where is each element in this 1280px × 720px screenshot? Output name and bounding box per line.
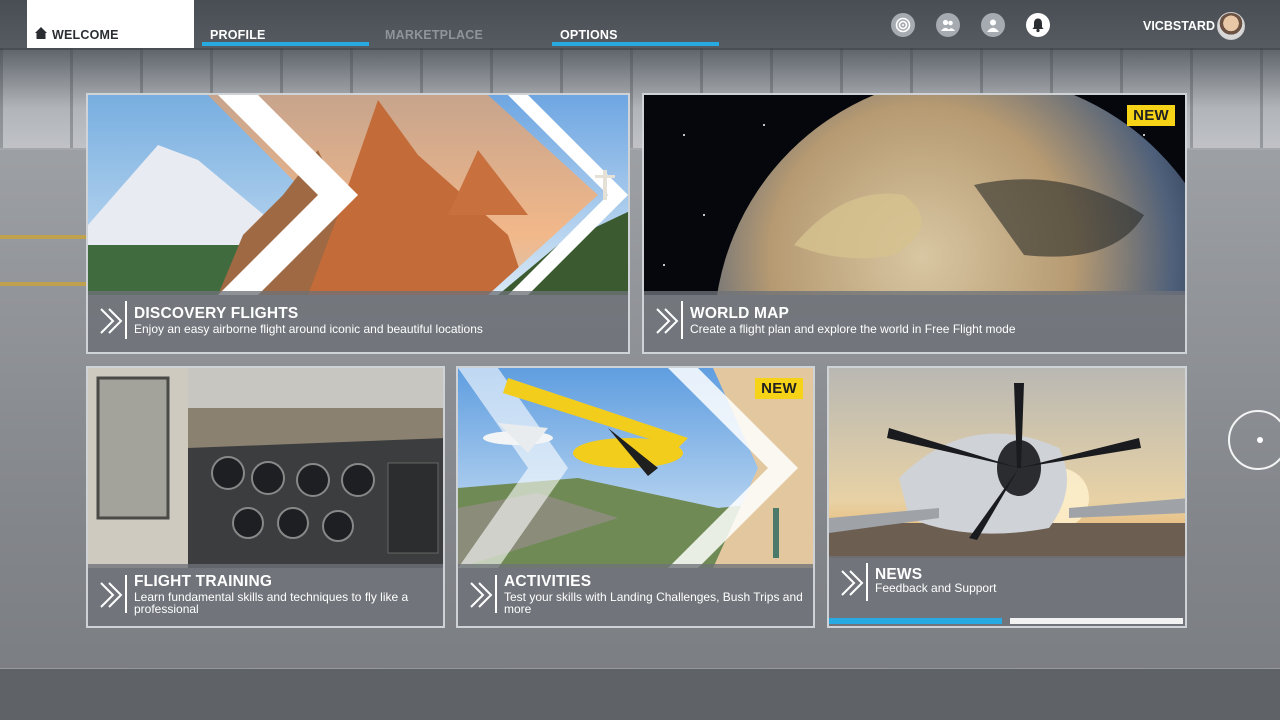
- tile-news[interactable]: NEWS Feedback and Support: [827, 366, 1187, 628]
- caption-separator: [495, 575, 497, 613]
- tile-caption: FLIGHT TRAINING Learn fundamental skills…: [88, 564, 443, 626]
- tile-caption: DISCOVERY FLIGHTS Enjoy an easy airborne…: [88, 291, 628, 352]
- username[interactable]: VICBSTARD: [1143, 19, 1215, 33]
- tile-description: Test your skills with Landing Challenges…: [504, 590, 803, 616]
- floor-stripe: [0, 282, 90, 286]
- tab-label: MARKETPLACE: [385, 28, 484, 42]
- tab-label: WELCOME: [52, 28, 119, 42]
- discovery-flights-image: [88, 95, 628, 295]
- news-carousel-indicator-active[interactable]: [829, 618, 1002, 624]
- tab-welcome[interactable]: WELCOME: [27, 0, 194, 48]
- tile-title: WORLD MAP: [690, 305, 790, 322]
- chevron-right-icon: [841, 570, 864, 596]
- world-map-image: [644, 95, 1185, 295]
- flight-training-image: [88, 368, 443, 568]
- floor-stripe: [0, 235, 90, 239]
- new-badge: NEW: [755, 378, 803, 399]
- caption-separator: [866, 563, 868, 601]
- bottom-bar: [0, 668, 1280, 720]
- tab-profile[interactable]: PROFILE: [202, 0, 369, 48]
- chevron-right-icon: [656, 308, 679, 334]
- caption-separator: [125, 301, 127, 339]
- tab-label: OPTIONS: [560, 28, 618, 42]
- tile-caption: NEWS Feedback and Support: [829, 556, 1185, 626]
- tile-description: Create a flight plan and explore the wor…: [690, 322, 1016, 336]
- friends-icon[interactable]: [936, 13, 960, 37]
- tile-title: DISCOVERY FLIGHTS: [134, 305, 299, 322]
- tab-options[interactable]: OPTIONS: [552, 0, 719, 48]
- tile-world-map[interactable]: NEW WORLD MAP Create a flight plan and e…: [642, 93, 1187, 354]
- caption-separator: [681, 301, 683, 339]
- news-image: [829, 368, 1185, 558]
- tile-description: Enjoy an easy airborne flight around ico…: [134, 322, 483, 336]
- chevron-right-icon: [470, 582, 493, 608]
- tile-discovery-flights[interactable]: DISCOVERY FLIGHTS Enjoy an easy airborne…: [86, 93, 630, 354]
- tab-label: PROFILE: [210, 28, 266, 42]
- tile-caption: WORLD MAP Create a flight plan and explo…: [644, 291, 1185, 352]
- top-navigation-bar: WELCOME PROFILE MARKETPLACE OPTIONS VICB…: [0, 0, 1280, 50]
- home-icon: [35, 27, 47, 39]
- scroll-indicator-dot: [1257, 437, 1263, 443]
- avatar[interactable]: [1217, 12, 1245, 40]
- news-carousel-indicator[interactable]: [1010, 618, 1183, 624]
- tile-title: ACTIVITIES: [504, 573, 592, 590]
- new-badge: NEW: [1127, 105, 1175, 126]
- tile-description: Learn fundamental skills and techniques …: [134, 590, 409, 616]
- tile-title: FLIGHT TRAINING: [134, 573, 273, 590]
- chevron-right-icon: [100, 582, 123, 608]
- tile-flight-training[interactable]: FLIGHT TRAINING Learn fundamental skills…: [86, 366, 445, 628]
- caption-separator: [125, 575, 127, 613]
- bell-icon[interactable]: [1026, 13, 1050, 37]
- tile-activities[interactable]: NEW ACTIVITIES Test your skills with Lan…: [456, 366, 815, 628]
- tab-underline: [202, 42, 369, 46]
- tab-marketplace[interactable]: MARKETPLACE: [377, 0, 544, 48]
- user-icon[interactable]: [981, 13, 1005, 37]
- activity-icon[interactable]: [891, 13, 915, 37]
- chevron-right-icon: [100, 308, 123, 334]
- tile-description: Feedback and Support: [875, 581, 997, 595]
- tab-underline: [552, 42, 719, 46]
- scroll-indicator[interactable]: [1228, 410, 1280, 470]
- tile-caption: ACTIVITIES Test your skills with Landing…: [458, 564, 813, 626]
